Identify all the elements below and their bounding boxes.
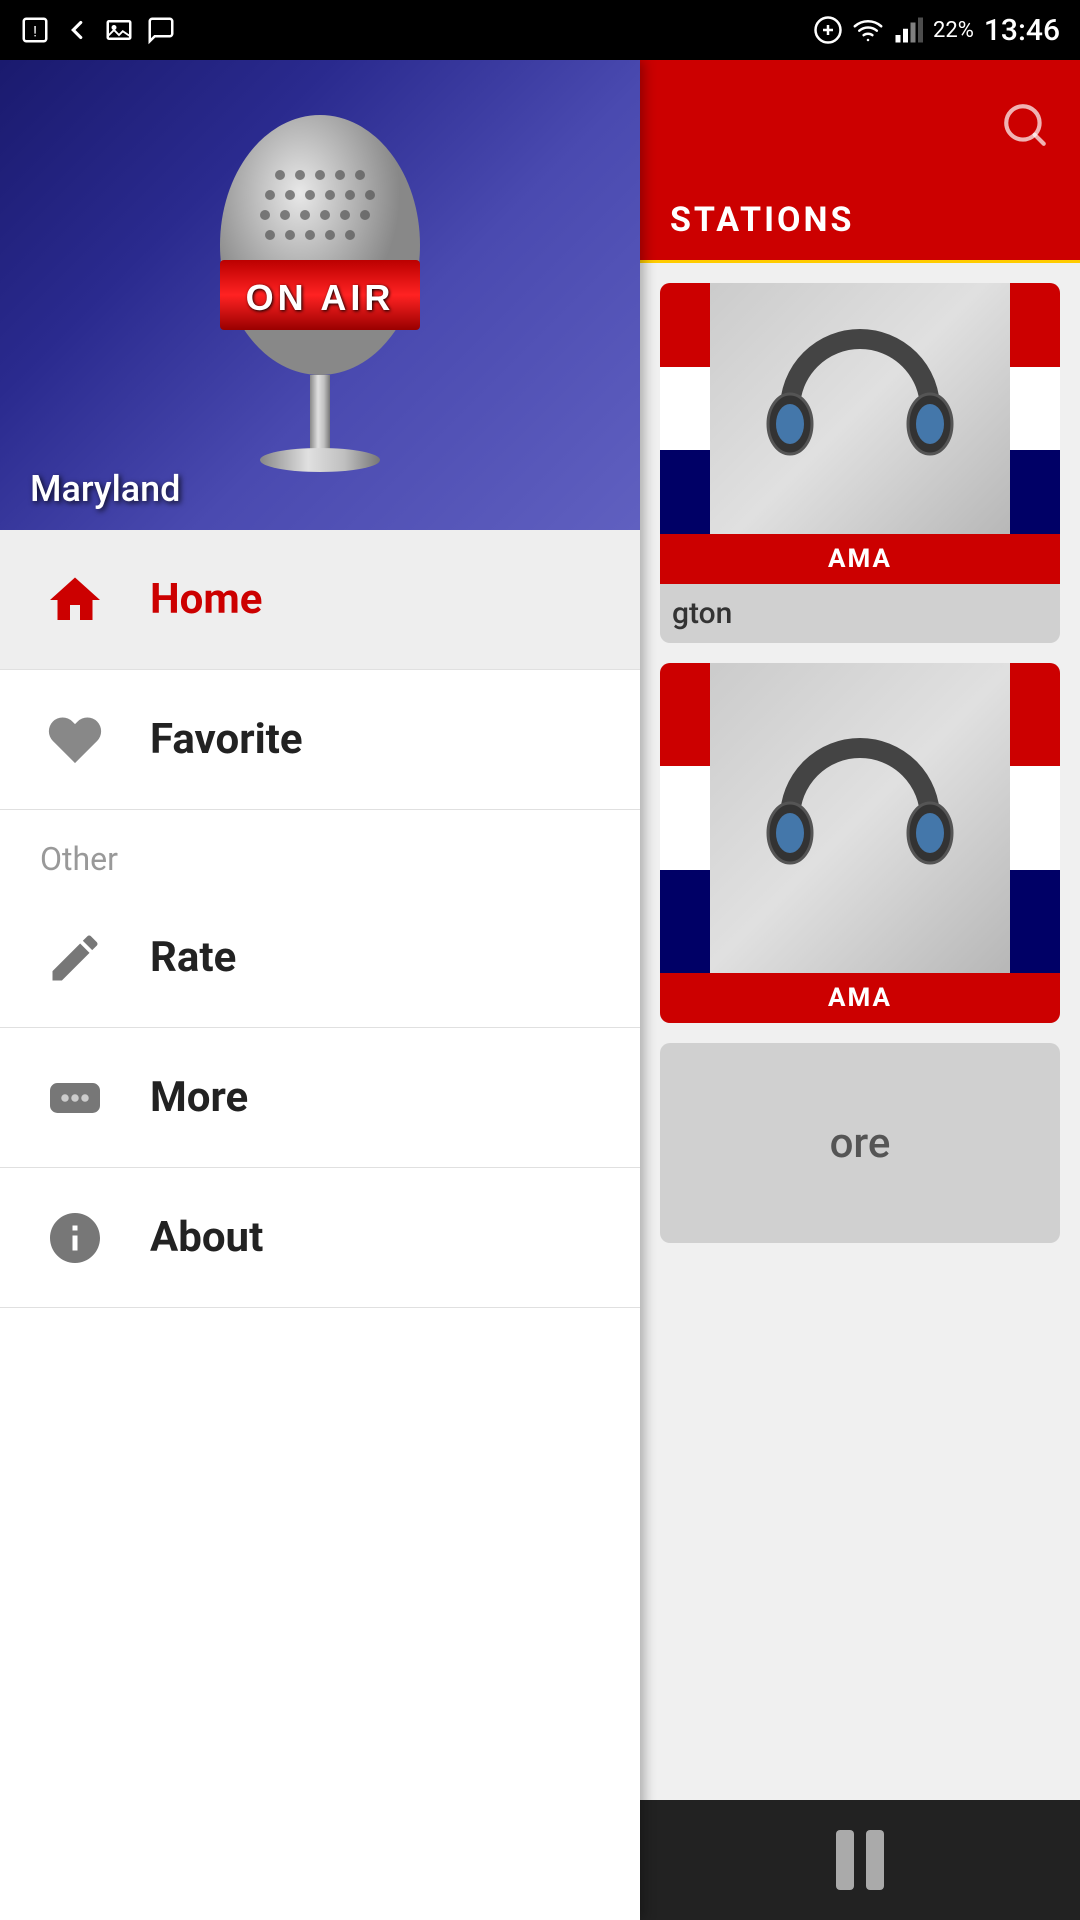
rate-label: Rate [150, 933, 236, 982]
favorite-label: Favorite [150, 715, 303, 764]
mic-illustration: ON AIR [0, 60, 640, 530]
more-stations-card[interactable]: ore [660, 1043, 1060, 1243]
add-icon [813, 15, 843, 45]
home-icon [40, 565, 110, 635]
more-stations-label: ore [830, 1119, 891, 1168]
station-card-1[interactable]: AMA gton [660, 283, 1060, 643]
top-bar [640, 60, 1080, 190]
flag-stripe-right-2 [1010, 663, 1060, 973]
nav-item-home[interactable]: Home [0, 530, 640, 670]
headphone-icon-1 [760, 309, 960, 509]
clock: 13:46 [984, 13, 1060, 48]
message-icon [146, 15, 176, 45]
other-section-header: Other [0, 810, 640, 888]
flag-stripe-left-1 [660, 283, 710, 534]
nav-drawer: ON AIR Maryland Home [0, 60, 640, 1920]
more-label: More [150, 1073, 248, 1122]
main-container: ON AIR Maryland Home [0, 60, 1080, 1920]
rate-icon [40, 923, 110, 993]
info-icon [40, 1203, 110, 1273]
hero-banner: ON AIR Maryland [0, 60, 640, 530]
nav-item-about[interactable]: About [0, 1168, 640, 1308]
nav-item-rate[interactable]: Rate [0, 888, 640, 1028]
more-icon [40, 1063, 110, 1133]
flag-stripe-right-1 [1010, 283, 1060, 534]
alert-icon: ! [20, 15, 50, 45]
gallery-icon [104, 15, 134, 45]
player-bar [640, 1800, 1080, 1920]
flag-stripe-left-2 [660, 663, 710, 973]
nav-item-more[interactable]: More [0, 1028, 640, 1168]
mic-svg: ON AIR [190, 105, 450, 505]
svg-text:ON AIR: ON AIR [246, 277, 395, 318]
about-label: About [150, 1213, 263, 1262]
stations-bar: STATIONS [640, 190, 1080, 263]
search-button[interactable] [1000, 100, 1050, 150]
pause-bar-right [866, 1830, 884, 1890]
hero-location-label: Maryland [30, 468, 180, 510]
back-icon[interactable] [62, 15, 92, 45]
svg-text:!: ! [33, 22, 37, 40]
battery-indicator: 22% [933, 18, 974, 43]
signal-icon [893, 15, 923, 45]
heart-icon [40, 705, 110, 775]
nav-menu: Home Favorite Other [0, 530, 640, 1920]
pause-bar-left [836, 1830, 854, 1890]
station-card-2[interactable]: AMA [660, 663, 1060, 1023]
nav-item-favorite[interactable]: Favorite [0, 670, 640, 810]
pause-button[interactable] [836, 1830, 884, 1890]
station-abbr-1: AMA [660, 534, 1060, 584]
station-name-1: gton [660, 584, 1060, 643]
home-label: Home [150, 575, 262, 624]
station-visual-1 [660, 283, 1060, 534]
stations-title: STATIONS [670, 200, 854, 240]
stations-list: AMA gton [640, 263, 1080, 1800]
right-panel: STATIONS [640, 60, 1080, 1920]
status-left-icons: ! [20, 15, 176, 45]
microphone: ON AIR [190, 105, 450, 485]
status-right-info: 22% 13:46 [813, 13, 1060, 48]
wifi-icon [853, 15, 883, 45]
headphone-icon-2 [760, 718, 960, 918]
station-abbr-2: AMA [660, 973, 1060, 1023]
station-visual-2 [660, 663, 1060, 973]
status-bar: ! 22% 13:46 [0, 0, 1080, 60]
